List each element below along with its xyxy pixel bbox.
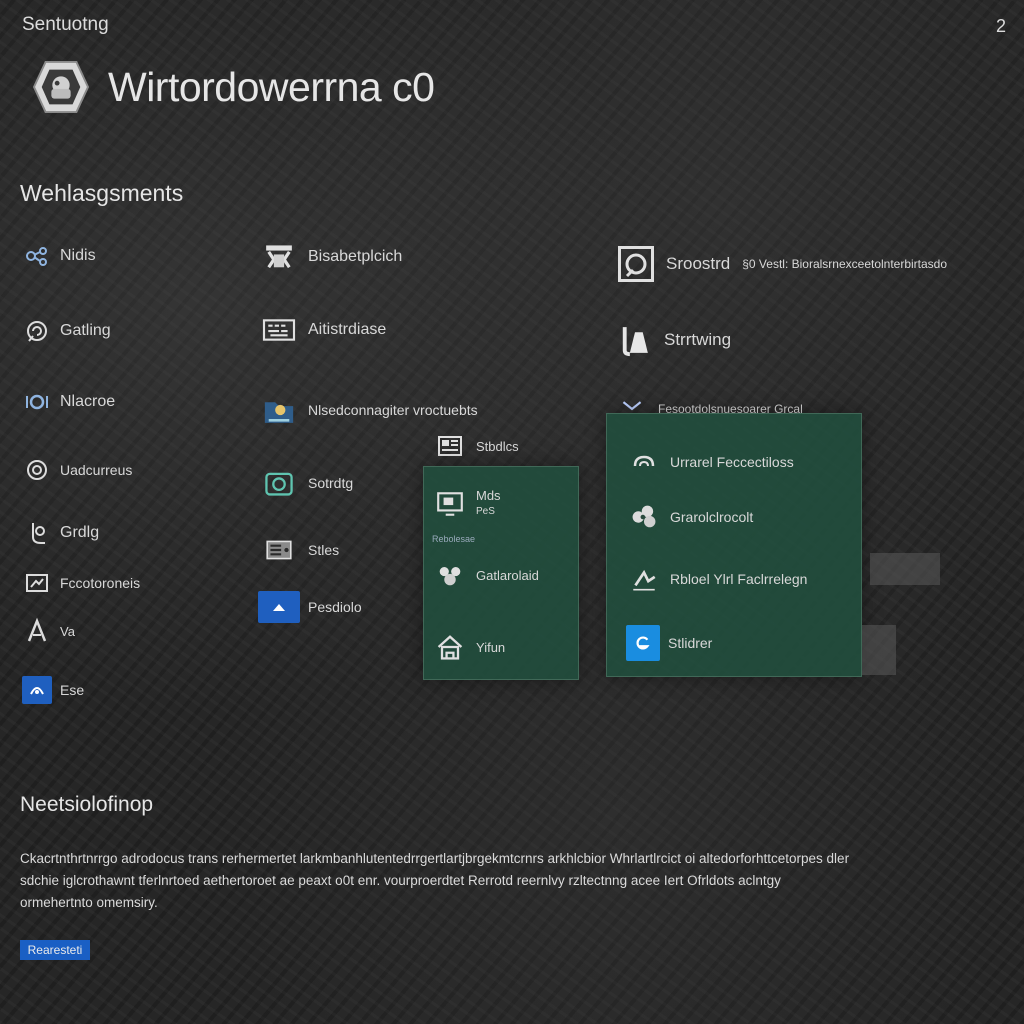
footer-paragraph: Ckacrtnthrtnrrgo adrodocus trans rerherm… (20, 848, 910, 914)
settings-item-gatling[interactable]: Gatling (22, 317, 111, 345)
panel-item-mds[interactable]: Mds PeS (432, 488, 501, 520)
item-label: Gatlarolaid (476, 567, 539, 583)
triangle-icon (22, 617, 52, 645)
panel-item-gatlarolaid[interactable]: Gatlarolaid (432, 558, 539, 592)
drive-icon (258, 533, 300, 567)
blue-app-icon (258, 591, 300, 623)
item-description: §0 Vestl: Bioralsrnexceetolnterbirtasdo (742, 257, 948, 271)
home-icon (432, 630, 468, 664)
window-icon (22, 569, 52, 597)
item-label: Pesdiolo (308, 599, 362, 615)
panel-item-rbloel[interactable]: Rbloel Ylrl Faclrrelegn (626, 563, 807, 595)
footer-heading: Neetsiolofinop (20, 793, 154, 816)
item-sublabel: PeS (476, 506, 495, 517)
user-icon (22, 519, 52, 547)
settings-item-sroostrd[interactable]: Sroostrd §0 Vestl: Bioralsrnexceetolnter… (614, 243, 947, 285)
item-label: Stlidrer (668, 635, 713, 651)
paragraph-line: ormehertnto omemsiry. (20, 895, 158, 910)
item-label: Stbdlcs (476, 438, 519, 454)
settings-item-grdlg[interactable]: Grdlg (22, 519, 99, 547)
window-control-button[interactable]: 2 (996, 16, 1006, 37)
settings-item-uadcurreus[interactable]: Uadcurreus (22, 456, 132, 484)
settings-item-strrtwing[interactable]: Strrtwing (614, 321, 731, 359)
item-label: Uadcurreus (60, 462, 133, 478)
settings-item-bisabetplcich[interactable]: Bisabetplcich (258, 238, 402, 276)
panel-caption: Rebolesae (432, 534, 476, 544)
folder-icon (258, 391, 300, 429)
monitor-icon (432, 490, 468, 518)
bug-icon (258, 238, 300, 276)
panel-item-stlidrer[interactable]: Stlidrer (626, 625, 712, 661)
window-title: Sentuotng (22, 14, 109, 35)
item-label: Urrarel Feccectiloss (670, 454, 794, 470)
settings-item-pesdiolo[interactable]: Pesdiolo (258, 591, 362, 623)
item-label: Fccotoroneis (60, 575, 141, 591)
photo-icon (614, 243, 658, 285)
primary-action-button[interactable]: Rearesteti (20, 940, 90, 960)
network-cloud-icon (626, 500, 662, 534)
item-label: Stles (308, 542, 340, 558)
item-label: Aitistrdiase (308, 321, 387, 338)
app-logo-icon (32, 60, 90, 114)
cloud-icon (626, 448, 662, 476)
item-label: Va (60, 623, 75, 639)
settings-item-stbdlcs[interactable]: Stbdlcs (432, 432, 519, 460)
item-label: Yifun (476, 639, 506, 655)
item-label: Strrtwing (664, 330, 732, 349)
blue-app-icon (626, 625, 660, 661)
settings-icon (22, 388, 52, 416)
refresh-icon (22, 317, 52, 345)
app-title: Wirtordowerrna c0 (108, 64, 435, 110)
settings-item-fccotoroneis[interactable]: Fccotoroneis (22, 569, 140, 597)
keyboard-icon (258, 316, 300, 344)
item-label: Nlacroe (60, 393, 116, 410)
item-label: Bisabetplcich (308, 248, 403, 265)
section-heading: Wehlasgsments (20, 180, 184, 206)
item-label: Gatling (60, 322, 111, 339)
panel-item-grarolclrocolt[interactable]: Grarolclrocolt (626, 500, 753, 534)
settings-item-nlsedconnagiter[interactable]: Nlsedconnagiter vroctuebts (258, 391, 478, 429)
item-label: Grarolclrocolt (670, 509, 754, 525)
settings-item-ese[interactable]: Ese (22, 676, 84, 704)
network-icon (22, 242, 52, 270)
item-label: Ese (60, 682, 85, 698)
settings-item-sotrdtg[interactable]: Sotrdtg (258, 466, 353, 500)
item-label: Nidis (60, 247, 96, 264)
side-scroll-block (870, 553, 940, 585)
item-label: Sotrdtg (308, 475, 354, 491)
sync-icon (22, 456, 52, 484)
item-label: Nlsedconnagiter vroctuebts (308, 402, 478, 418)
item-label: Grdlg (60, 524, 100, 541)
side-scroll-block (862, 625, 896, 675)
card-icon (432, 432, 468, 460)
blue-app-icon (22, 676, 52, 704)
settings-item-aitistrdiase[interactable]: Aitistrdiase (258, 316, 386, 344)
people-icon (432, 558, 468, 592)
panel-item-yifun[interactable]: Yifun (432, 630, 505, 664)
settings-item-nidis[interactable]: Nidis (22, 242, 96, 270)
settings-item-stles[interactable]: Stles (258, 533, 339, 567)
settings-item-nlacroe[interactable]: Nlacroe (22, 388, 115, 416)
camera-icon (258, 466, 300, 500)
panel-item-urrarel[interactable]: Urrarel Feccectiloss (626, 448, 794, 476)
item-label: Mds (476, 488, 501, 503)
flask-icon (614, 321, 656, 359)
paragraph-line: sdchie iglcrothawnt tferlnrtoed aetherto… (20, 873, 781, 888)
paragraph-line: Ckacrtnthrtnrrgo adrodocus trans rerherm… (20, 851, 850, 866)
feather-icon (626, 563, 662, 595)
item-label: Sroostrd (666, 254, 731, 273)
settings-item-va[interactable]: Va (22, 617, 75, 645)
item-label: Rbloel Ylrl Faclrrelegn (670, 571, 808, 587)
